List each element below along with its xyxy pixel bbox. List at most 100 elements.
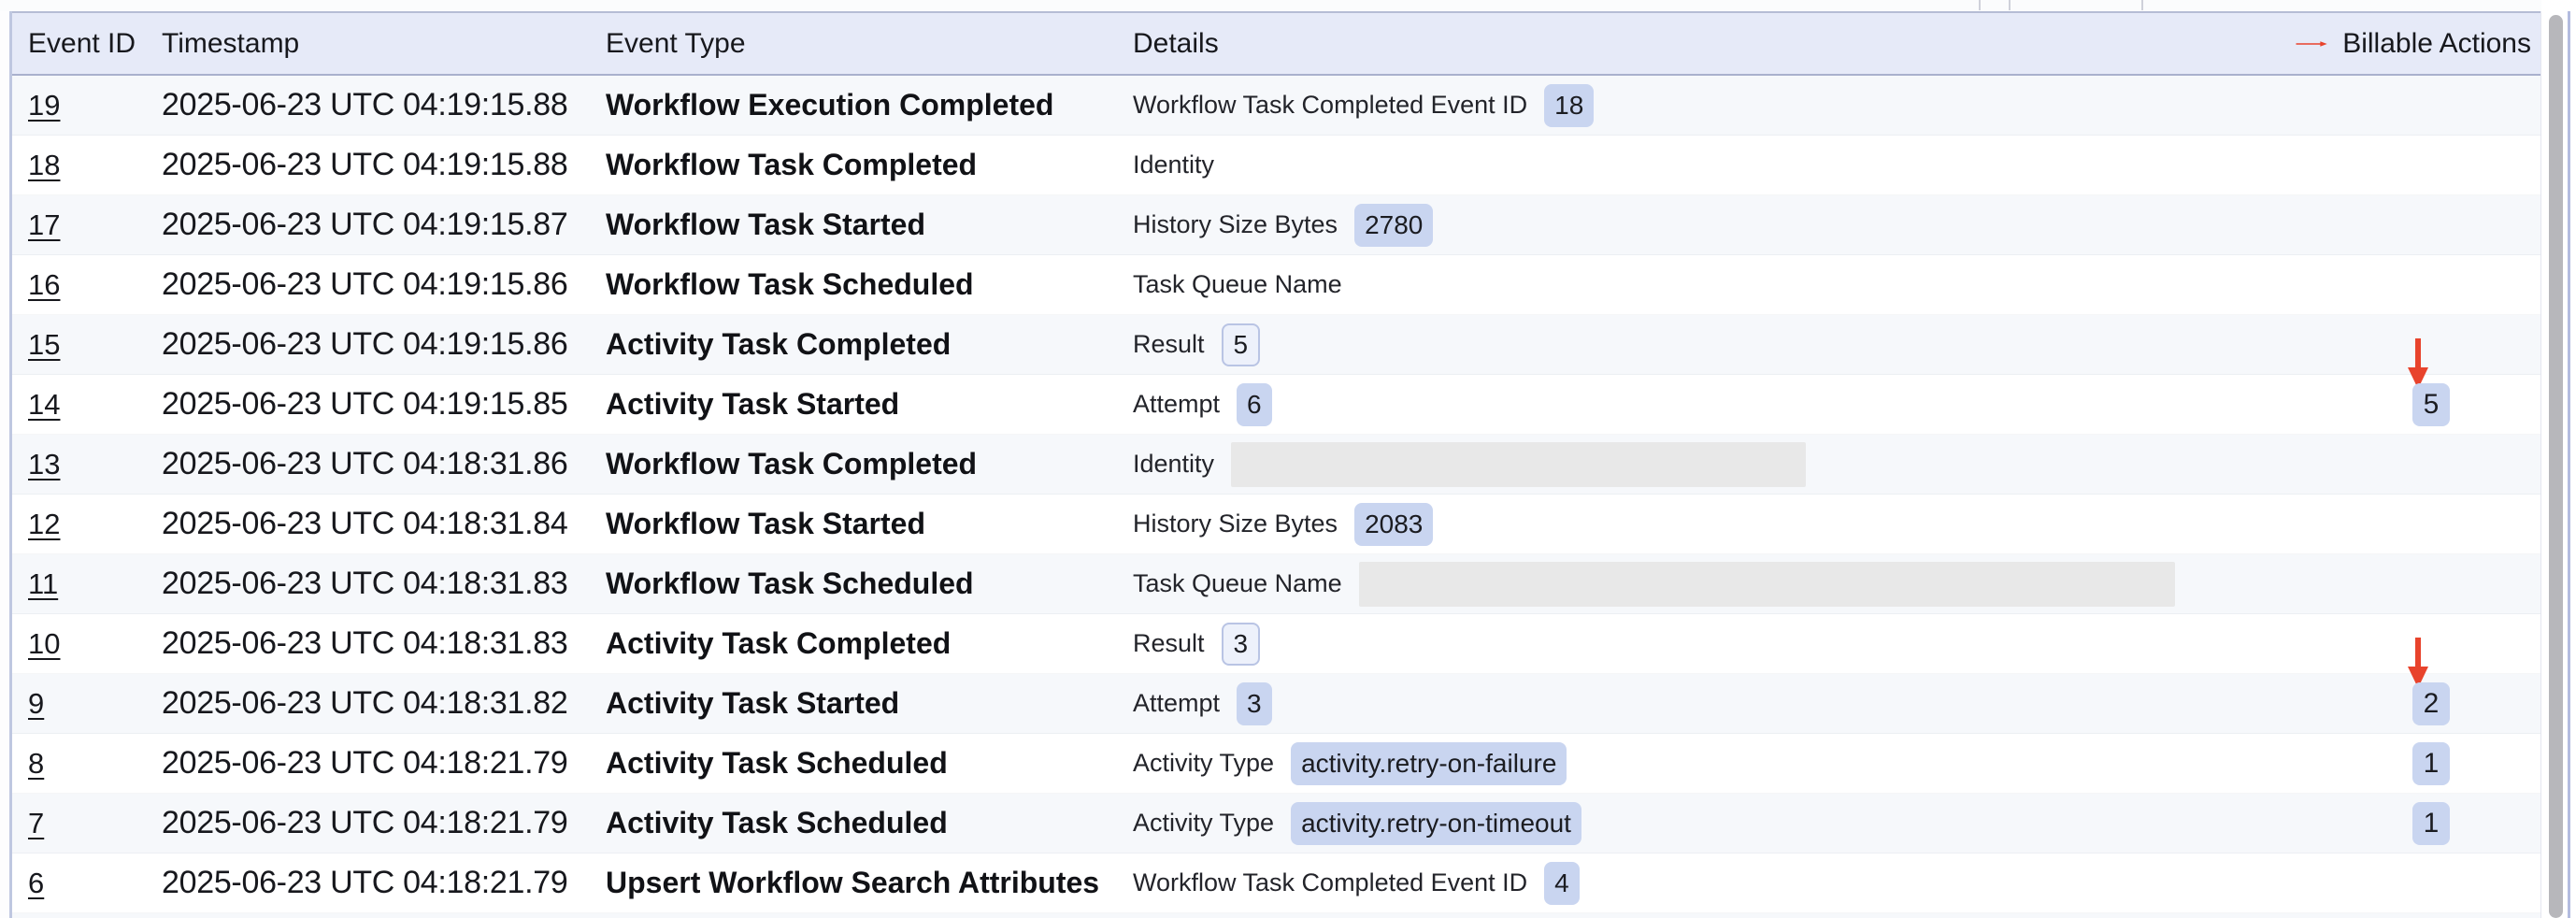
details-cell: Attempt6 xyxy=(1120,383,2296,426)
event-type-cell: Activity Task Completed xyxy=(595,327,1120,362)
redacted-value xyxy=(1359,562,2175,607)
details-cell: Workflow Task Completed Event ID 18 xyxy=(1120,84,2296,127)
red-right-arrow-icon xyxy=(2296,32,2327,56)
billable-count-badge: 1 xyxy=(2412,802,2450,845)
event-id-link[interactable]: 19 xyxy=(28,89,60,122)
timestamp-cell: 2025-06-23 UTC 04:18:31.86 xyxy=(147,446,595,482)
detail-label: Activity Type xyxy=(1133,749,1274,778)
table-row: 102025-06-23 UTC 04:18:31.83Activity Tas… xyxy=(12,614,2540,674)
event-type-cell: Activity Task Started xyxy=(595,387,1120,422)
event-id-cell: 7 xyxy=(12,807,147,840)
event-id-cell: 16 xyxy=(12,268,147,302)
billable-count-badge: 2 xyxy=(2412,682,2450,725)
details-cell: Identity xyxy=(1120,442,2296,487)
detail-value-badge: 6 xyxy=(1237,383,1272,426)
column-header-event-type[interactable]: Event Type xyxy=(595,28,1120,60)
timestamp-cell: 2025-06-23 UTC 04:19:15.85 xyxy=(147,386,595,423)
details-cell: Task Queue Name xyxy=(1120,270,2296,299)
event-id-link[interactable]: 8 xyxy=(28,747,44,780)
event-id-link[interactable]: 7 xyxy=(28,807,44,839)
detail-value-badge: 4 xyxy=(1544,862,1580,905)
table-row: 15 2025-06-23 UTC 04:19:15.86Activity Tas… xyxy=(12,315,2540,375)
detail-label: Task Queue Name xyxy=(1133,569,1342,598)
table-row: 17 2025-06-23 UTC 04:19:15.87Workflow Tas… xyxy=(12,195,2540,255)
event-type-cell: Workflow Task Started xyxy=(595,507,1120,541)
event-id-cell: 8 xyxy=(12,747,147,781)
table-row: 13 2025-06-23 UTC 04:18:31.86Workflow Tas… xyxy=(12,435,2540,495)
event-id-link[interactable]: 13 xyxy=(28,448,60,481)
event-id-link[interactable]: 12 xyxy=(28,508,60,540)
billable-actions-cell: 1 xyxy=(2296,802,2540,845)
event-type-cell: Workflow Task Completed xyxy=(595,148,1120,182)
detail-value-badge: 2083 xyxy=(1354,503,1433,546)
event-id-cell: 13 xyxy=(12,448,147,481)
details-cell: Attempt3 xyxy=(1120,682,2296,725)
column-header-event-id[interactable]: Event ID xyxy=(12,28,147,60)
event-history-screen: Event ID Timestamp Event Type Details Bi… xyxy=(0,0,2576,918)
timestamp-cell: 2025-06-23 UTC 04:18:21.79 xyxy=(147,805,595,841)
detail-label: Workflow Task Completed Event ID xyxy=(1133,91,1527,120)
column-header-timestamp[interactable]: Timestamp xyxy=(147,28,595,60)
detail-value-badge: 3 xyxy=(1222,623,1261,666)
timestamp-cell: 2025-06-23 UTC 04:18:21.79 xyxy=(147,745,595,782)
timestamp-cell: 2025-06-23 UTC 04:19:15.88 xyxy=(147,87,595,123)
timestamp-cell: 2025-06-23 UTC 04:18:31.84 xyxy=(147,506,595,542)
details-cell: History Size Bytes 2083 xyxy=(1120,503,2296,546)
scrollbar-thumb[interactable] xyxy=(2549,15,2563,918)
event-id-cell: 19 xyxy=(12,89,147,122)
detail-label: Attempt xyxy=(1133,689,1220,718)
panel-border xyxy=(2568,11,2570,918)
event-id-cell: 11 xyxy=(12,567,147,601)
event-id-link[interactable]: 6 xyxy=(28,867,44,899)
detail-label: Result xyxy=(1133,629,1205,658)
event-id-link[interactable]: 10 xyxy=(28,627,60,660)
table-row: 19 2025-06-23 UTC 04:19:15.88Workflow Exe… xyxy=(12,76,2540,136)
table-row: 162025-06-23 UTC 04:19:15.86Workflow Tas… xyxy=(12,255,2540,315)
event-type-cell: Workflow Task Started xyxy=(595,208,1120,242)
toolbar-cutoff-strip xyxy=(0,0,2576,11)
event-type-cell: Upsert Workflow Search Attributes xyxy=(595,866,1120,900)
timestamp-cell: 2025-06-23 UTC 04:19:15.86 xyxy=(147,266,595,303)
partial-next-row xyxy=(12,913,2540,918)
event-id-link[interactable]: 18 xyxy=(28,149,60,181)
billable-actions-cell: 2 xyxy=(2296,682,2540,725)
details-cell: Result5 xyxy=(1120,323,2296,366)
timestamp-cell: 2025-06-23 UTC 04:19:15.87 xyxy=(147,207,595,243)
event-id-link[interactable]: 16 xyxy=(28,268,60,301)
detail-value-badge: 18 xyxy=(1544,84,1594,127)
timestamp-cell: 2025-06-23 UTC 04:19:15.86 xyxy=(147,326,595,363)
timestamp-cell: 2025-06-23 UTC 04:18:21.79 xyxy=(147,865,595,901)
timestamp-cell: 2025-06-23 UTC 04:18:31.83 xyxy=(147,566,595,602)
event-id-link[interactable]: 11 xyxy=(28,567,58,600)
detail-label: Activity Type xyxy=(1133,809,1274,838)
event-type-cell: Activity Task Started xyxy=(595,686,1120,721)
timestamp-cell: 2025-06-23 UTC 04:19:15.88 xyxy=(147,147,595,183)
event-id-link[interactable]: 17 xyxy=(28,208,60,241)
event-type-cell: Workflow Task Completed xyxy=(595,447,1120,481)
detail-value-badge: activity.retry-on-failure xyxy=(1291,742,1567,785)
billable-count-badge: 1 xyxy=(2412,742,2450,785)
detail-label: History Size Bytes xyxy=(1133,210,1338,239)
table-row: 12 2025-06-23 UTC 04:18:31.84Workflow Tas… xyxy=(12,495,2540,554)
event-id-link[interactable]: 15 xyxy=(28,328,60,361)
column-header-details: Details xyxy=(1120,28,2296,60)
timestamp-cell: 2025-06-23 UTC 04:18:31.82 xyxy=(147,685,595,722)
event-id-cell: 18 xyxy=(12,149,147,182)
event-id-cell: 10 xyxy=(12,627,147,661)
table-row: 112025-06-23 UTC 04:18:31.83Workflow Tas… xyxy=(12,554,2540,614)
column-header-billable-actions: Billable Actions xyxy=(2296,28,2540,60)
detail-label: History Size Bytes xyxy=(1133,509,1338,538)
toolbar-fragment xyxy=(2141,0,2143,10)
billable-actions-label: Billable Actions xyxy=(2342,28,2531,60)
event-type-cell: Workflow Execution Completed xyxy=(595,88,1120,122)
event-id-link[interactable]: 9 xyxy=(28,687,44,720)
details-cell: Activity Type activity.retry-on-failure xyxy=(1120,742,2296,785)
detail-label: Result xyxy=(1133,330,1205,359)
event-id-link[interactable]: 14 xyxy=(28,388,60,421)
details-cell: Activity Typeactivity.retry-on-timeout xyxy=(1120,802,2296,845)
detail-label: Workflow Task Completed Event ID xyxy=(1133,868,1527,897)
event-id-cell: 9 xyxy=(12,687,147,721)
billable-count-badge: 5 xyxy=(2412,383,2450,426)
event-id-cell: 14 xyxy=(12,388,147,422)
event-type-cell: Activity Task Completed xyxy=(595,626,1120,661)
